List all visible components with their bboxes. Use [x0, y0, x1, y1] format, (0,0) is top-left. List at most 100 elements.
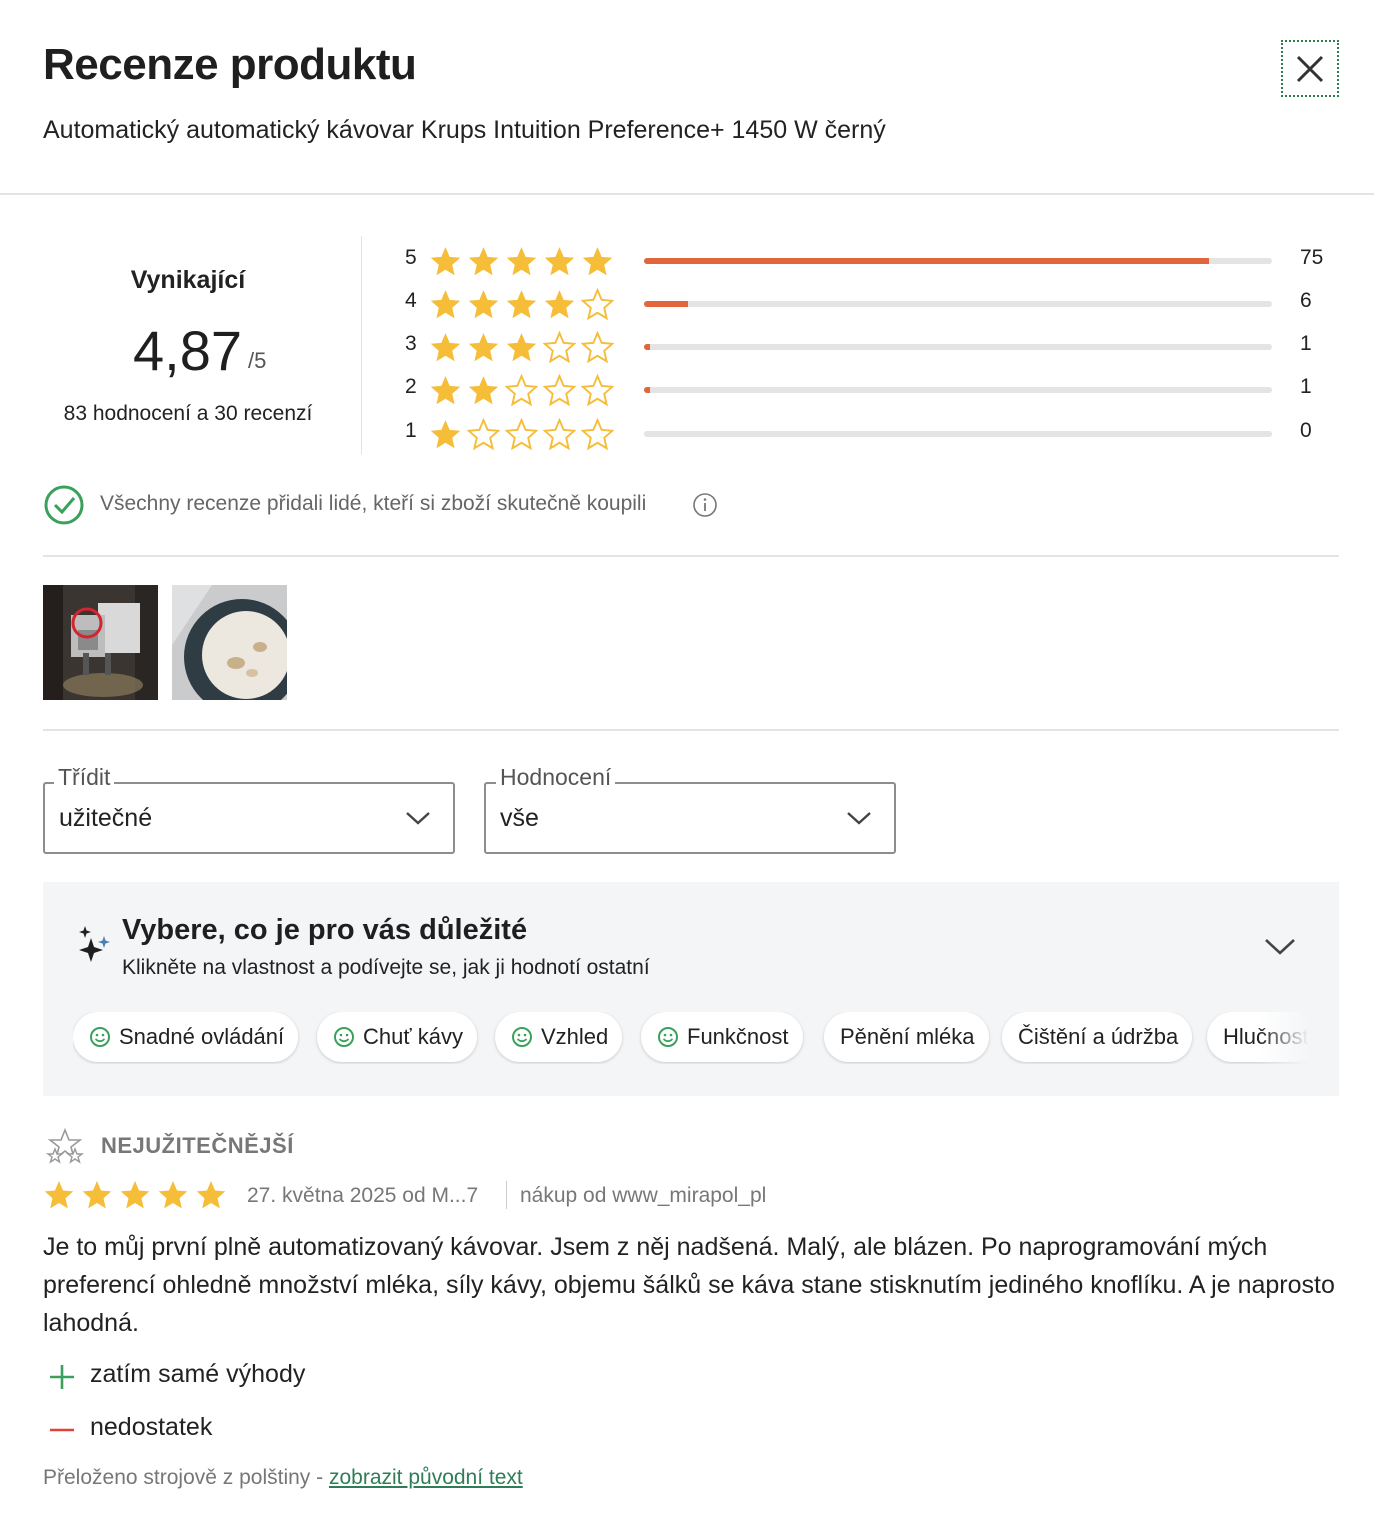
star-filled-icon: [506, 333, 537, 362]
smiley-icon: [512, 1027, 532, 1047]
star-filled-icon: [544, 247, 575, 276]
distribution-row-5[interactable]: 5 75: [405, 245, 1335, 276]
important-subtitle: Klikněte na vlastnost a podívejte se, ja…: [122, 956, 650, 979]
feature-chip-label: Snadné ovládání: [119, 1024, 285, 1049]
rating-summary: Vynikající 4,87 /5 83 hodnocení a 30 rec…: [43, 236, 363, 454]
star-filled-icon: [506, 247, 537, 276]
feature-chip[interactable]: Chuť kávy: [317, 1012, 477, 1062]
page-title: Recenze produktu: [43, 40, 417, 89]
review-meta: 27. května 2025 od M...7 nákup od www_mi…: [43, 1177, 943, 1217]
review-stars: [43, 1179, 227, 1211]
stars-badge-icon: [45, 1127, 85, 1164]
chevron-down-icon: [406, 812, 430, 825]
distribution-row-3[interactable]: 3 1: [405, 331, 1335, 364]
show-original-link[interactable]: zobrazit původní text: [329, 1466, 523, 1489]
info-icon[interactable]: [692, 492, 718, 518]
distribution-row-4[interactable]: 4 6: [405, 288, 1335, 321]
coffee-machine-photo: [43, 585, 158, 700]
rating-verdict: Vynikající: [130, 266, 246, 294]
star-empty-icon: [581, 288, 614, 321]
distribution-bar: [644, 258, 1272, 264]
star-filled-icon: [430, 290, 461, 319]
distribution-count: 1: [1300, 375, 1312, 398]
star-filled-icon: [82, 1181, 112, 1209]
important-title: Vybere, co je pro vás důležité: [122, 914, 528, 946]
star-empty-icon: [543, 374, 576, 407]
review-photo-thumbnail[interactable]: [172, 585, 287, 700]
smiley-icon: [90, 1027, 110, 1047]
feature-chip[interactable]: Funkčnost: [641, 1012, 803, 1062]
star-empty-icon: [505, 418, 538, 451]
con-text: nedostatek: [90, 1413, 213, 1441]
feature-chip[interactable]: Čištění a údržba: [1002, 1012, 1193, 1062]
chevron-down-icon[interactable]: [1263, 934, 1297, 958]
star-filled-icon: [196, 1181, 226, 1209]
distribution-stars: [429, 288, 614, 321]
star-empty-icon: [581, 418, 614, 451]
distribution-count: 1: [1300, 332, 1312, 355]
distribution-star-label: 4: [405, 289, 417, 312]
distribution-bar: [644, 344, 1272, 350]
distribution-bar-fill: [644, 387, 650, 393]
rating-select-value: vše: [500, 804, 539, 832]
rating-select-label: Hodnocení: [496, 764, 616, 791]
distribution-stars: [429, 418, 614, 451]
minus-icon: [50, 1428, 74, 1432]
review-text: Je to můj první plně automatizovaný kávo…: [43, 1233, 1335, 1337]
star-empty-icon: [467, 418, 500, 451]
star-empty-icon: [581, 374, 614, 407]
close-icon: [1296, 55, 1324, 82]
distribution-star-label: 1: [405, 419, 417, 442]
divider: [43, 555, 1339, 557]
distribution-bar-fill: [644, 344, 650, 350]
distribution-stars: [429, 374, 614, 407]
distribution-count: 6: [1300, 289, 1312, 312]
distribution-stars: [429, 331, 614, 364]
star-filled-icon: [120, 1181, 150, 1209]
smiley-icon: [334, 1027, 354, 1047]
star-empty-icon: [543, 418, 576, 451]
review-shop: nákup od www_mirapol_pl: [520, 1184, 767, 1207]
distribution-row-2[interactable]: 2 1: [405, 374, 1335, 407]
product-name: Automatický automatický kávovar Krups In…: [43, 116, 886, 144]
plus-icon: [50, 1365, 74, 1389]
star-filled-icon: [430, 376, 461, 405]
close-button[interactable]: [1281, 40, 1339, 97]
distribution-count: 75: [1300, 246, 1324, 269]
star-filled-icon: [158, 1181, 188, 1209]
star-filled-icon: [544, 290, 575, 319]
distribution-star-label: 3: [405, 332, 417, 355]
distribution-bar: [644, 431, 1272, 437]
star-filled-icon: [468, 290, 499, 319]
feature-chip-label: Funkčnost: [687, 1024, 789, 1049]
star-filled-icon: [44, 1181, 74, 1209]
check-circle-icon: [44, 485, 84, 525]
meta-separator: [506, 1181, 507, 1209]
feature-chip[interactable]: Pěnění mléka: [824, 1012, 989, 1062]
feature-chip[interactable]: Vzhled: [495, 1012, 623, 1062]
average-score: 4,87: [133, 319, 242, 382]
smiley-icon: [658, 1027, 678, 1047]
star-filled-icon: [506, 290, 537, 319]
verified-notice: Všechny recenze přidali lidé, kteří si z…: [43, 484, 743, 526]
review-date-author: 27. května 2025 od M...7: [247, 1184, 479, 1207]
summary-divider: [361, 236, 362, 454]
pro-text: zatím samé výhody: [90, 1360, 306, 1388]
feature-chip-label: Vzhled: [541, 1024, 609, 1049]
divider: [43, 729, 1339, 731]
feature-chip-label: Chuť kávy: [363, 1024, 463, 1049]
rating-select[interactable]: vše: [484, 782, 896, 854]
sort-select-label: Třídit: [54, 764, 115, 791]
feature-chip-label: Čištění a údržba: [1018, 1024, 1179, 1049]
sort-select[interactable]: užitečné: [43, 782, 455, 854]
review-photo-thumbnail[interactable]: [43, 585, 158, 700]
sparkle-icon: [79, 926, 110, 962]
important-features-panel: Vybere, co je pro vás důležité Klikněte …: [43, 882, 1339, 1096]
star-empty-icon: [505, 374, 538, 407]
distribution-row-1[interactable]: 1 0: [405, 418, 1335, 451]
coffee-cup-photo: [172, 585, 287, 700]
feature-chip[interactable]: Snadné ovládání: [73, 1012, 299, 1062]
star-filled-icon: [430, 333, 461, 362]
star-empty-icon: [581, 331, 614, 364]
distribution-star-label: 5: [405, 246, 417, 269]
